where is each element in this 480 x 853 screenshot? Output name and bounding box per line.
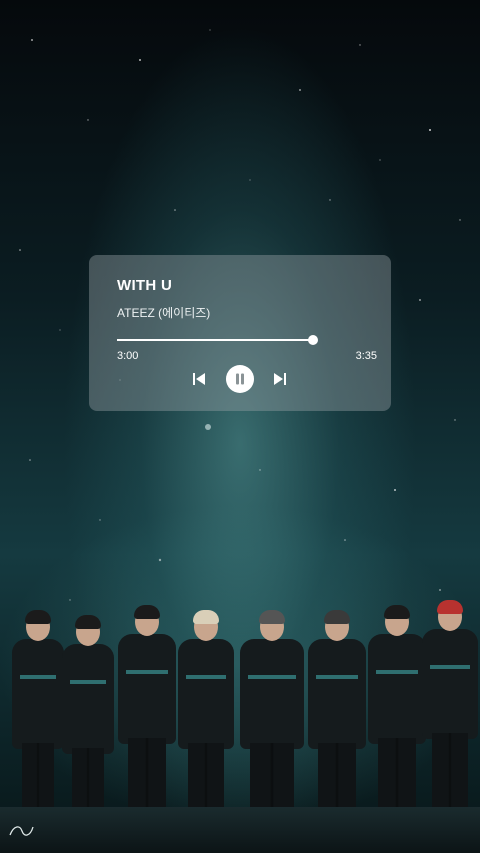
member-figure — [118, 605, 176, 813]
current-time: 3:00 — [117, 350, 139, 362]
member-figure — [308, 610, 366, 813]
song-title: WITH U — [117, 277, 173, 294]
total-time: 3:35 — [355, 350, 377, 362]
member-figure — [62, 615, 114, 813]
member-figure — [178, 610, 234, 813]
previous-icon[interactable] — [192, 372, 206, 386]
progress-knob[interactable] — [307, 335, 318, 345]
pause-icon — [236, 373, 244, 385]
member-figure — [368, 605, 426, 813]
logo-icon — [9, 826, 34, 836]
music-player-widget: WITH U ATEEZ (에이티즈) 3:00 3:35 — [89, 255, 391, 411]
member-figure — [240, 610, 304, 813]
next-icon[interactable] — [273, 372, 287, 386]
decorative-dot — [205, 424, 211, 430]
group-photo — [0, 573, 480, 813]
playback-controls — [89, 365, 391, 393]
progress-bar[interactable] — [117, 339, 313, 341]
stage-floor — [0, 807, 480, 853]
member-figure — [422, 600, 478, 813]
pause-button[interactable] — [226, 365, 254, 393]
artist-name: ATEEZ (에이티즈) — [117, 306, 211, 320]
member-figure — [12, 610, 64, 813]
